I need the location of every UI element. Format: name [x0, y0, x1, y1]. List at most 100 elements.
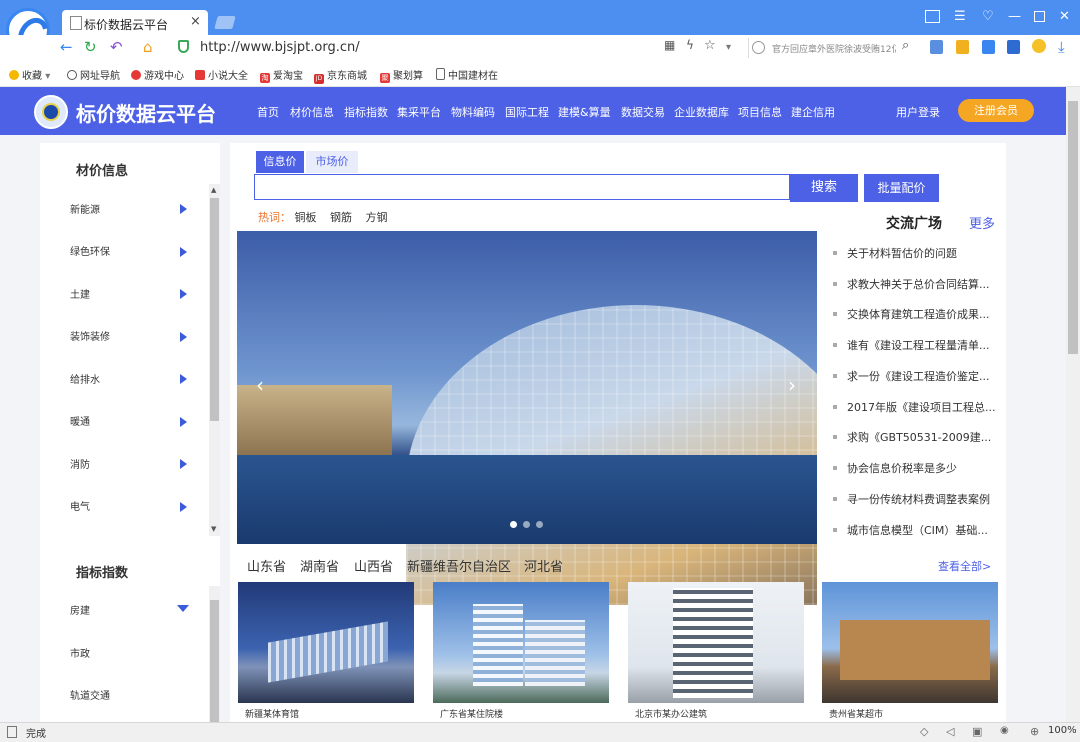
chevron-right-icon[interactable]: [180, 247, 187, 257]
carousel-dot[interactable]: [510, 521, 517, 528]
dropdown-icon[interactable]: ▾: [726, 42, 731, 53]
search-button[interactable]: 搜索: [790, 174, 858, 202]
nav-international[interactable]: 国际工程: [505, 104, 549, 120]
nav-modeling[interactable]: 建模&算量: [558, 104, 611, 120]
bookmark-novels[interactable]: 小说大全: [195, 67, 248, 82]
nav-procurement[interactable]: 集采平台: [397, 104, 441, 120]
extension-icon[interactable]: [930, 40, 943, 54]
exchange-item[interactable]: 寻一份传统材料费调整表案例: [833, 491, 1008, 507]
sound-icon[interactable]: ◁: [946, 725, 954, 738]
sidebar-item-fire[interactable]: 消防: [70, 456, 90, 471]
nav-data-trade[interactable]: 数据交易: [621, 104, 665, 120]
chevron-right-icon[interactable]: [180, 417, 187, 427]
grid-icon[interactable]: [982, 40, 995, 54]
carousel-prev-icon[interactable]: ‹: [256, 373, 264, 397]
project-card-image[interactable]: [822, 582, 998, 703]
sidebar-item-decoration[interactable]: 装饰装修: [70, 328, 110, 343]
tab-province-shandong[interactable]: 山东省: [247, 556, 286, 575]
project-card-caption[interactable]: 广东省某住院楼: [440, 707, 503, 720]
tab-province-hunan[interactable]: 湖南省: [300, 556, 339, 575]
material-scrollbar-thumb[interactable]: [210, 198, 219, 421]
sidebar-item-green[interactable]: 绿色环保: [70, 243, 110, 258]
close-window-icon[interactable]: ✕: [1059, 9, 1070, 24]
project-card-image[interactable]: [628, 582, 804, 703]
exchange-item[interactable]: 城市信息模型（CIM）基础...: [833, 522, 1008, 538]
chevron-right-icon[interactable]: [180, 502, 187, 512]
qr-code-icon[interactable]: ▦: [664, 38, 675, 52]
tab-info-price[interactable]: 信息价: [256, 151, 304, 173]
project-card-image[interactable]: [433, 582, 609, 703]
bookmark-jd[interactable]: JD 京东商城: [314, 67, 367, 84]
refresh-icon[interactable]: ↻: [84, 38, 97, 56]
download-icon[interactable]: ⤓: [1058, 38, 1065, 56]
exchange-item[interactable]: 协会信息价税率是多少: [833, 460, 1008, 476]
sidebar-item-electrical[interactable]: 电气: [70, 498, 90, 513]
carousel-dot[interactable]: [536, 521, 543, 528]
tab-province-shanxi[interactable]: 山西省: [354, 556, 393, 575]
exchange-item[interactable]: 求一份《建设工程造价鉴定...: [833, 368, 1008, 384]
sidebar-toggle-icon[interactable]: [7, 726, 17, 738]
sidebar-item-hvac[interactable]: 暖通: [70, 413, 90, 428]
zoom-icon[interactable]: ⊕: [1030, 725, 1039, 738]
tab-market-price[interactable]: 市场价: [306, 151, 358, 173]
project-card-caption[interactable]: 新疆某体育馆: [245, 707, 299, 720]
sidebar-item-plumbing[interactable]: 给排水: [70, 371, 100, 386]
scroll-down-icon[interactable]: ▼: [211, 525, 216, 533]
hot-word-link[interactable]: 铜板: [295, 211, 317, 224]
carousel-next-icon[interactable]: ›: [788, 373, 796, 397]
nav-enterprise-db[interactable]: 企业数据库: [674, 104, 729, 120]
site-logo-icon[interactable]: [34, 95, 68, 129]
nav-material-price[interactable]: 材价信息: [290, 104, 334, 120]
hot-word-link[interactable]: 方钢: [366, 211, 388, 224]
search-icon[interactable]: ⌕: [902, 38, 909, 53]
nav-projects[interactable]: 项目信息: [738, 104, 782, 120]
exchange-item[interactable]: 2017年版《建设项目工程总...: [833, 399, 1008, 415]
lightning-icon[interactable]: ϟ: [686, 38, 694, 52]
exchange-item[interactable]: 谁有《建设工程工程量清单...: [833, 337, 1008, 353]
window-list-icon[interactable]: [925, 10, 940, 23]
undo-icon[interactable]: ↶: [110, 38, 123, 56]
chevron-right-icon[interactable]: [180, 459, 187, 469]
page-scrollbar-thumb[interactable]: [1068, 101, 1078, 354]
url-field[interactable]: http://www.bjsjpt.org.cn/: [200, 40, 360, 55]
sidebar-item-rail[interactable]: 轨道交通: [70, 687, 110, 702]
price-search-input[interactable]: [254, 174, 790, 200]
register-button[interactable]: 注册会员: [958, 99, 1034, 122]
chevron-down-icon[interactable]: [177, 605, 189, 612]
exchange-item[interactable]: 求购《GBT50531-2009建...: [833, 429, 1008, 445]
sidebar-item-housing[interactable]: 房建: [70, 602, 90, 617]
bookmark-favorites[interactable]: 收藏 ▾: [9, 67, 50, 82]
sidebar-item-new-energy[interactable]: 新能源: [70, 201, 100, 216]
exchange-item[interactable]: 交换体育建筑工程造价成果...: [833, 306, 1008, 322]
chevron-right-icon[interactable]: [180, 289, 187, 299]
bookmark-taobao[interactable]: 淘爱淘宝: [260, 67, 303, 83]
hot-word-link[interactable]: 钢筋: [330, 211, 352, 224]
index-scrollbar-thumb[interactable]: [210, 600, 219, 722]
exchange-more-link[interactable]: 更多: [969, 213, 995, 232]
sidebar-item-civil[interactable]: 土建: [70, 286, 90, 301]
shield-icon[interactable]: ◇: [920, 725, 928, 738]
star-icon[interactable]: ☆: [704, 38, 716, 53]
chevron-right-icon[interactable]: [180, 374, 187, 384]
maximize-icon[interactable]: [1034, 11, 1045, 22]
emoji-icon[interactable]: [1032, 39, 1046, 53]
nav-material-code[interactable]: 物料编码: [451, 104, 495, 120]
zoom-level[interactable]: 100%: [1048, 725, 1077, 736]
sidebar-item-municipal[interactable]: 市政: [70, 645, 90, 660]
tab-province-hebei[interactable]: 河北省: [524, 556, 563, 575]
nav-credit[interactable]: 建企信用: [791, 104, 835, 120]
skin-icon[interactable]: ♡: [982, 9, 994, 24]
scroll-up-icon[interactable]: ▲: [211, 186, 216, 194]
lock-icon[interactable]: ▣: [972, 725, 982, 738]
minimize-icon[interactable]: —: [1008, 9, 1021, 24]
tab-close-icon[interactable]: ×: [190, 14, 201, 29]
carousel-dot[interactable]: [523, 521, 530, 528]
batch-pricing-button[interactable]: 批量配价: [864, 174, 939, 202]
view-all-link[interactable]: 查看全部>: [938, 558, 991, 574]
project-card-caption[interactable]: 北京市某办公建筑: [635, 707, 707, 720]
new-tab-button[interactable]: [214, 16, 236, 29]
exchange-item[interactable]: 求教大神关于总价合同结算...: [833, 276, 1008, 292]
chevron-right-icon[interactable]: [180, 332, 187, 342]
site-title[interactable]: 标价数据云平台: [76, 98, 216, 127]
bookmark-building-materials[interactable]: 中国建材在: [436, 67, 498, 82]
